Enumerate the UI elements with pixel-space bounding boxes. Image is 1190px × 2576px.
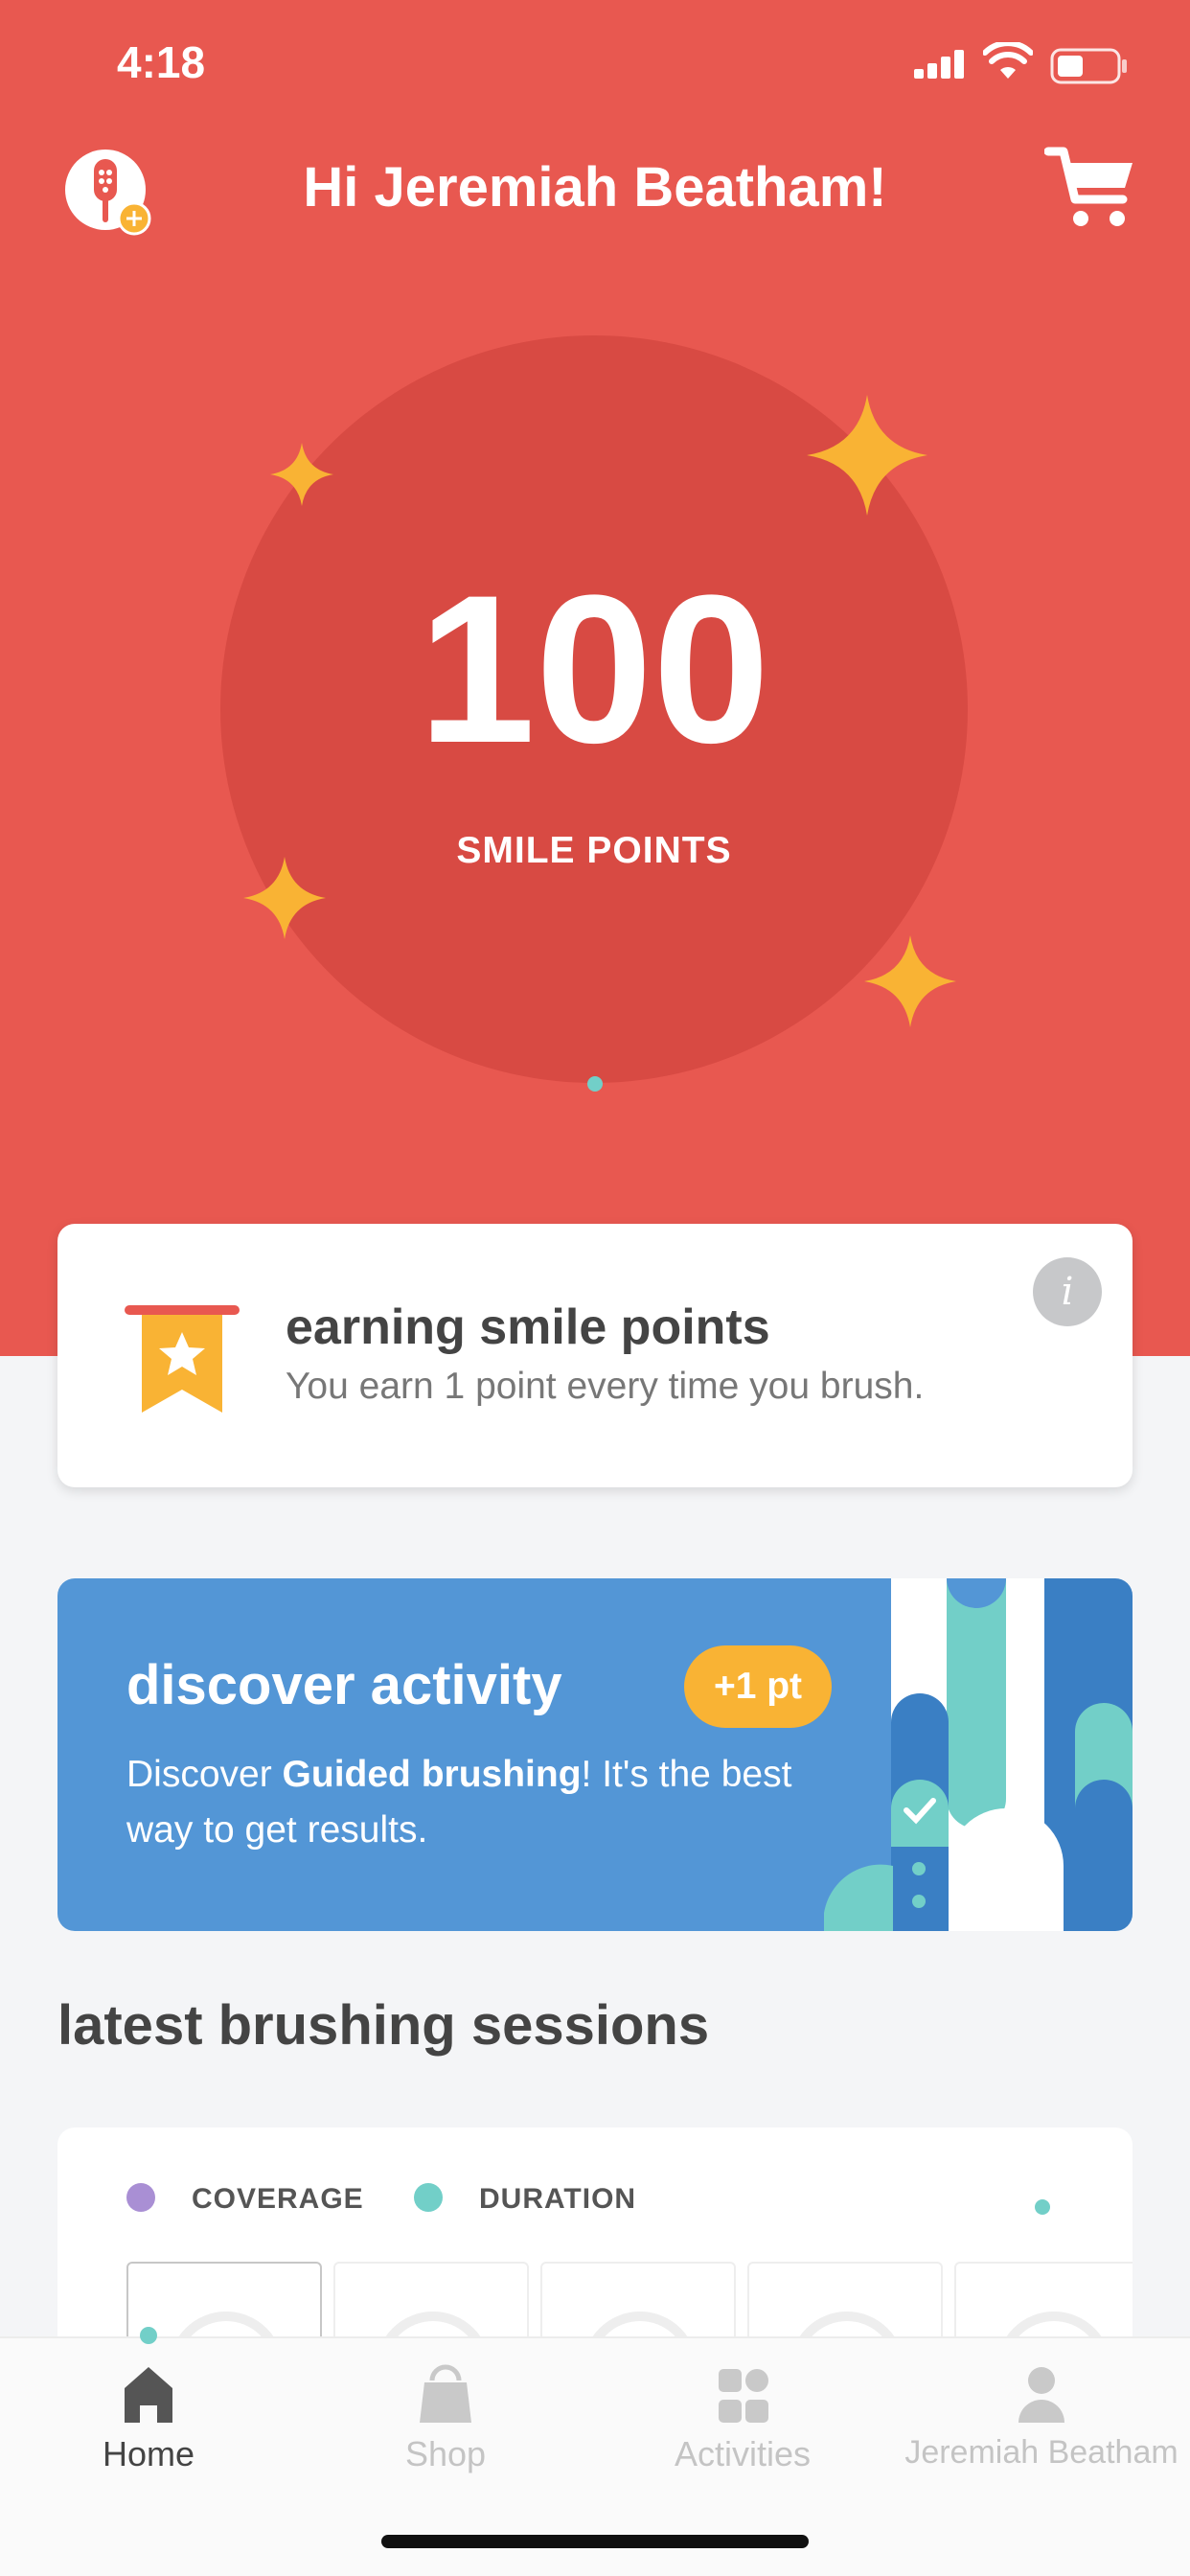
earning-card-text: You earn 1 point every time you brush. <box>286 1366 925 1407</box>
sparkle-icon <box>270 443 333 506</box>
activity-text-before: Discover <box>126 1754 283 1795</box>
wifi-icon <box>983 42 1033 79</box>
shopping-bag-icon <box>420 2364 471 2423</box>
earning-card-title: earning smile points <box>286 1300 770 1355</box>
discover-activity-card[interactable]: discover activity +1 pt Discover Guided … <box>57 1578 1133 1931</box>
tab-label: Shop <box>404 2434 487 2473</box>
status-time: 4:18 <box>117 37 206 87</box>
status-bar: 4:18 <box>0 36 1190 94</box>
points-badge: +1 pt <box>684 1645 832 1728</box>
duration-legend-label: DURATION <box>479 2183 637 2215</box>
tab-profile[interactable]: Jeremiah Beatham <box>893 2338 1190 2482</box>
tab-label: Home <box>102 2434 195 2473</box>
star-ribbon-icon <box>125 1305 240 1413</box>
active-tab-indicator <box>140 2327 157 2344</box>
person-icon <box>1018 2367 1064 2423</box>
grid-icon <box>719 2369 768 2423</box>
earning-points-card[interactable]: earning smile points You earn 1 point ev… <box>57 1224 1133 1487</box>
tab-label: Jeremiah Beatham <box>904 2434 1179 2471</box>
activity-card-title: discover activity <box>126 1654 562 1716</box>
points-label: SMILE POINTS <box>456 830 732 871</box>
sparkle-icon <box>243 857 326 939</box>
page-indicator-dot <box>587 1076 603 1092</box>
tab-shop[interactable]: Shop <box>297 2338 594 2482</box>
battery-icon <box>1050 48 1127 84</box>
activity-text-bold: Guided brushing <box>282 1754 582 1795</box>
cellular-signal-icon <box>914 50 964 79</box>
activity-card-text: Discover Guided brushing! It's the best … <box>126 1747 816 1858</box>
greeting-title: Hi Jeremiah Beatham! <box>303 156 887 218</box>
sparkle-icon <box>807 395 927 516</box>
info-icon[interactable]: i <box>1033 1257 1102 1326</box>
home-icon <box>125 2367 172 2423</box>
coverage-legend-dot <box>126 2183 155 2212</box>
home-indicator <box>381 2535 809 2548</box>
points-value: 100 <box>418 551 770 787</box>
section-title: latest brushing sessions <box>57 1994 710 2057</box>
sparkle-icon <box>864 935 956 1027</box>
guided-brushing-illustration <box>824 1578 1133 1931</box>
tab-activities[interactable]: Activities <box>594 2338 891 2482</box>
tab-label: Activities <box>674 2434 812 2473</box>
coverage-legend-label: COVERAGE <box>192 2183 364 2215</box>
tab-home[interactable]: Home <box>0 2327 297 2482</box>
duration-legend-dot <box>414 2183 443 2212</box>
shopping-cart-icon[interactable] <box>1044 146 1140 232</box>
card-indicator-dot <box>1035 2199 1050 2215</box>
